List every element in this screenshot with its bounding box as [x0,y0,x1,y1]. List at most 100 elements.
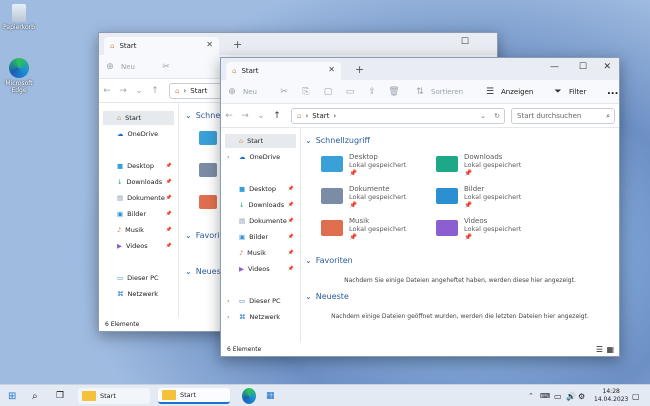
sidebar-item-videos[interactable]: ▶ Videos 📌 [225,262,296,276]
search-icon[interactable]: ⌕ [32,388,38,404]
filter-icon[interactable]: ⏷ [547,87,569,97]
sort-icon[interactable]: ⇅ [409,87,431,97]
delete-icon[interactable]: 🗑 [383,87,405,97]
close-tab-icon[interactable]: ✕ [328,65,335,74]
recent-icon[interactable]: ⌄ [131,86,147,96]
new-tab-button[interactable]: + [233,38,242,51]
up-icon[interactable]: ↑ [269,111,285,121]
address-field[interactable]: ⌂ › Start › ⌄ ↻ [291,108,505,124]
label: OneDrive [249,153,281,161]
forward-icon[interactable]: → [115,86,131,96]
refresh-icon[interactable]: ↻ [494,112,500,120]
cut-icon[interactable]: ✂ [155,62,177,72]
view-icon[interactable]: ☰ [479,87,501,97]
cut-icon[interactable]: ✂ [273,87,295,97]
taskbar-app-explorer-2[interactable]: Start [158,388,230,404]
new-button[interactable]: Neu [243,88,273,96]
edge-taskbar-icon[interactable] [242,388,256,404]
minimize-button[interactable]: — [550,62,559,72]
view-button[interactable]: Anzeigen [501,88,547,96]
filter-button[interactable]: Filter [569,88,599,96]
taskbar-app-label: Start [100,392,116,400]
search-input[interactable]: Start durchsuchen ⌕ [511,108,615,124]
label: OneDrive [127,130,159,138]
dropdown-icon[interactable]: ⌄ [480,112,486,120]
sidebar-item-start[interactable]: ⌂ Start [225,134,296,148]
new-tab-button[interactable]: + [355,63,364,76]
copy-icon[interactable]: ⎘ [295,87,317,97]
notification-icon[interactable]: ▢ [632,388,640,404]
new-icon[interactable]: ⊕ [221,87,243,97]
sidebar-item-desktop[interactable]: ■ Desktop 📌 [103,159,174,173]
pin-icon: 📌 [464,169,473,177]
sidebar-item-downloads[interactable]: ↓ Downloads 📌 [225,198,296,212]
sidebar-item-videos[interactable]: ▶ Videos 📌 [103,239,174,253]
sidebar-item-downloads[interactable]: ↓ Downloads 📌 [103,175,174,189]
rename-icon[interactable]: ▭ [339,87,361,97]
up-icon[interactable]: ↑ [147,86,163,96]
chevron-up-icon[interactable]: ⌃ [528,388,534,404]
sidebar-item-music[interactable]: ♪ Musik 📌 [225,246,296,260]
recent-icon[interactable]: ⌄ [253,111,269,121]
sort-button[interactable]: Sortieren [431,88,479,96]
back-icon[interactable]: ← [221,111,237,121]
folder-tile-pictures[interactable]: Bilder Lokal gespeichert 📌 [436,185,521,209]
section-recent[interactable]: ⌄ Neueste [305,292,349,301]
folder-tile-videos[interactable]: Videos Lokal gespeichert 📌 [436,217,521,241]
sidebar-item-documents[interactable]: ▤ Dokumente 📌 [225,214,296,228]
more-options-button[interactable]: ... [607,86,618,97]
folder-tile-music[interactable]: Musik Lokal gespeichert 📌 [321,217,406,241]
favorites-empty-message: Nachdem Sie einige Dateien angeheftet ha… [344,277,576,284]
tab-start[interactable]: ⌂ Start ✕ [226,62,341,80]
sidebar-item-network[interactable]: ⌘ Netzwerk [103,287,174,301]
sidebar-item-this-pc[interactable]: ▭ Dieser PC [103,271,174,285]
folder-tile-documents[interactable]: Dokumente Lokal gespeichert 📌 [321,185,406,209]
folder-icon [199,163,217,177]
windows-start-icon[interactable]: ⊞ [8,388,16,404]
section-quick-access[interactable]: ⌄Schnellzugriff [305,136,370,145]
close-window-button[interactable]: ✕ [603,62,611,72]
maximize-button[interactable]: ☐ [579,62,587,72]
close-tab-icon[interactable]: ✕ [206,40,213,49]
forward-icon[interactable]: → [237,111,253,121]
clock-time: 14:28 [602,388,620,395]
new-button[interactable]: Neu [121,63,135,71]
tiles-view-icon[interactable]: ▦ [606,345,614,354]
language-icon[interactable]: ⌨ [540,388,550,404]
edge-shortcut[interactable]: Microsoft Edge [0,58,38,94]
task-view-icon[interactable]: ❐ [56,388,64,404]
title-bar[interactable]: ⌂ Start ✕ + — ☐ ✕ [221,58,619,80]
network-icon[interactable]: ▭ [554,388,562,404]
sidebar-item-desktop[interactable]: ■ Desktop 📌 [225,182,296,196]
new-icon[interactable]: ⊕ [99,62,121,72]
paste-icon[interactable]: ▢ [317,87,339,97]
sidebar-item-start[interactable]: ⌂ Start [103,111,174,125]
title-bar[interactable]: ⌂ Start ✕ + ☐ [99,33,497,55]
clock[interactable]: 14:28 14.04.2023 [594,388,628,404]
section-favorites[interactable]: ⌄ Favoriten [305,256,353,265]
sidebar-item-music[interactable]: ♪ Musik 📌 [103,223,174,237]
recycle-bin-label: Papierkorb [3,24,35,31]
details-view-icon[interactable]: ☰ [596,345,603,354]
volume-icon[interactable]: 🔊 [566,388,576,404]
folder-tile-downloads[interactable]: Downloads Lokal gespeichert 📌 [436,153,521,177]
back-icon[interactable]: ← [99,86,115,96]
folder-tile-desktop[interactable]: Desktop Lokal gespeichert 📌 [321,153,406,177]
sidebar: ⌂ Start ☁ OneDrive ■ Desktop 📌 ↓ Downloads 📌 ▤… [99,103,179,317]
sidebar-item-documents[interactable]: ▤ Dokumente 📌 [103,191,174,205]
sidebar-item-onedrive[interactable]: ☁ OneDrive [103,127,174,141]
recycle-bin[interactable]: Papierkorb [0,4,38,31]
tab-start[interactable]: ⌂ Start ✕ [104,37,219,55]
sidebar-item-pictures[interactable]: ▣ Bilder 📌 [225,230,296,244]
sidebar-item-network[interactable]: › ⌘ Netzwerk [225,310,296,324]
sidebar-item-pictures[interactable]: ▣ Bilder 📌 [103,207,174,221]
maximize-button[interactable]: ☐ [461,37,469,47]
taskbar-app-explorer-1[interactable]: Start [78,388,150,404]
settings-gear-icon[interactable]: ⚙ [578,388,585,404]
share-icon[interactable]: ⇪ [361,87,383,97]
store-icon[interactable]: ▦ [266,388,275,404]
sidebar-item-onedrive[interactable]: › ☁ OneDrive [225,150,296,164]
explorer-window-front[interactable]: ⌂ Start ✕ + — ☐ ✕ ⊕ Neu ✂ ⎘ ▢ ▭ ⇪ 🗑 ⇅ Sortieren ☰… [220,57,620,357]
pin-icon: 📌 [165,243,172,249]
sidebar-item-this-pc[interactable]: › ▭ Dieser PC [225,294,296,308]
